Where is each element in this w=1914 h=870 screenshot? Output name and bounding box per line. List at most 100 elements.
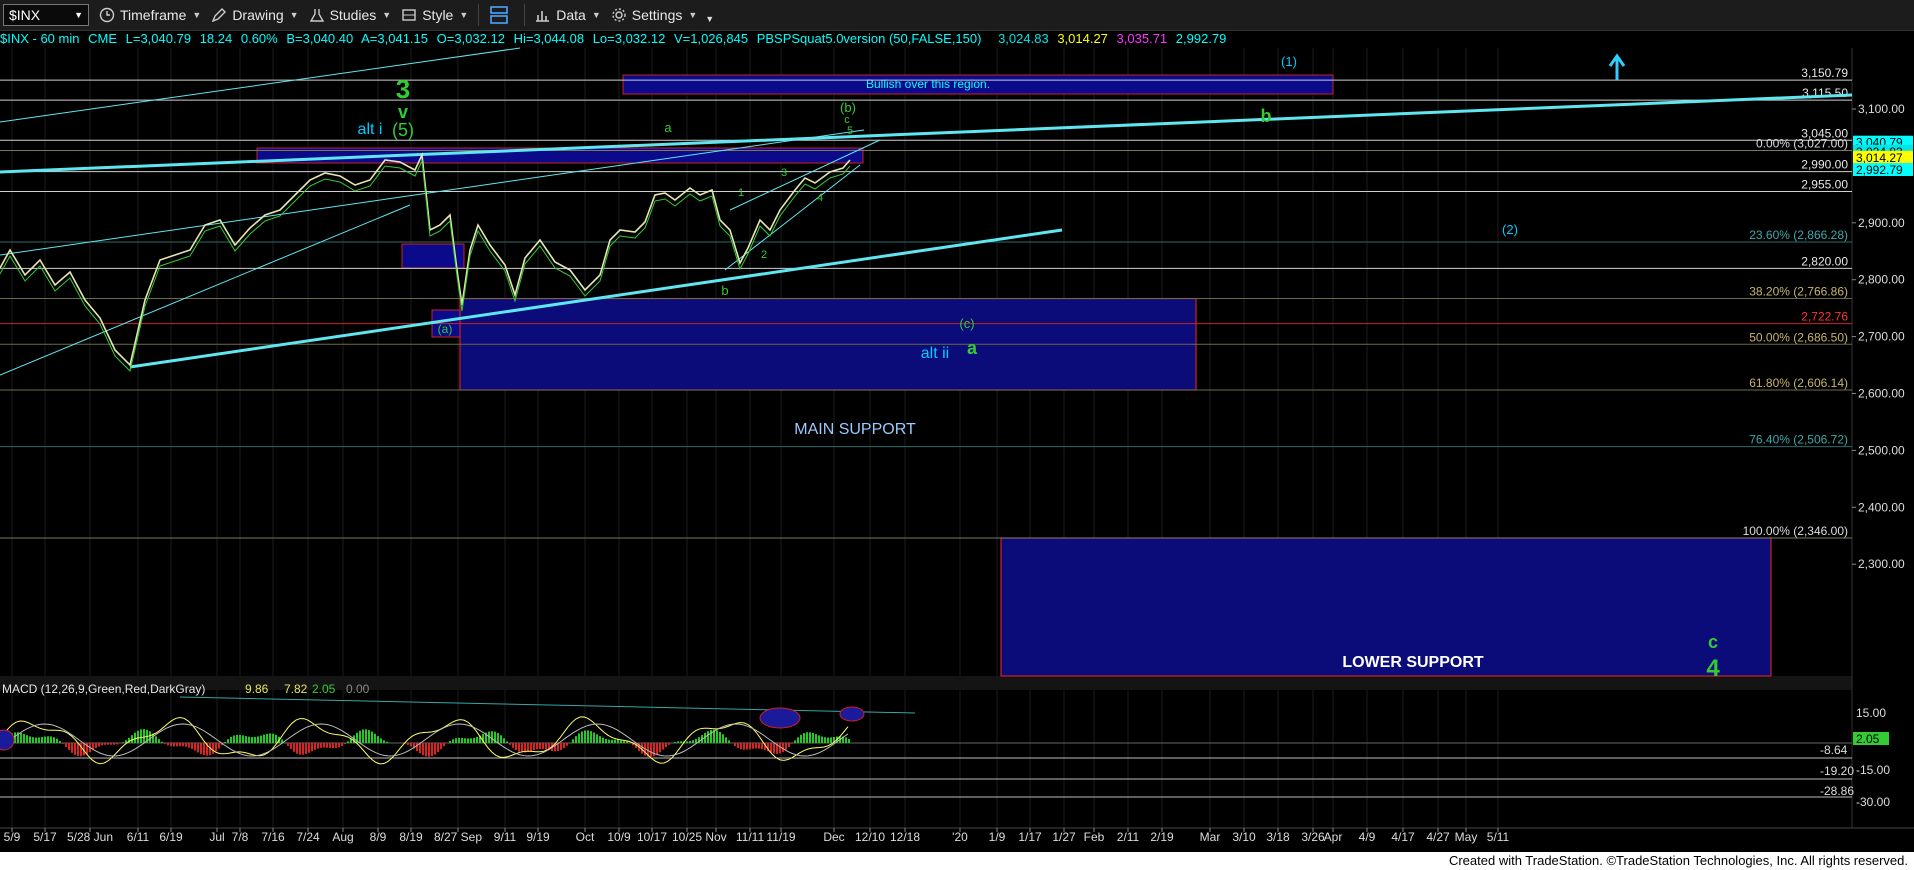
macd-histogram-bar	[470, 738, 472, 743]
bar-chart-icon	[536, 11, 550, 22]
macd-histogram-bar	[200, 743, 202, 755]
quote-info-bar: $INX - 60 min CME L=3,040.79 18.24 0.60%…	[0, 31, 1914, 47]
macd-tick-label: -15.00	[1856, 763, 1890, 777]
style-button[interactable]: Style ▼	[401, 7, 468, 23]
macd-histogram-bar	[584, 730, 586, 743]
macd-histogram-bar	[605, 738, 607, 743]
overflow-caret-icon[interactable]: ▼	[705, 14, 714, 24]
wave-label: c	[1708, 632, 1718, 652]
macd-histogram-bar	[332, 743, 334, 749]
wave-label: (2)	[1502, 222, 1518, 237]
time-tick-label: 12/18	[890, 830, 920, 844]
macd-histogram-bar	[245, 736, 247, 743]
macd-histogram-bar	[761, 743, 763, 750]
macd-histogram-bar	[824, 737, 826, 743]
macd-histogram-bar	[515, 743, 517, 751]
timeframe-button[interactable]: Timeframe ▼	[99, 7, 201, 23]
bid: B=3,040.40	[286, 31, 354, 46]
macd-histogram-bar	[674, 741, 676, 743]
macd-histogram-bar	[443, 743, 445, 747]
study-value-3: 3,035.71	[1116, 31, 1168, 46]
time-tick-label: Dec	[823, 830, 844, 844]
layout-button[interactable]	[489, 5, 514, 25]
toolbar: $INX ▼ Timeframe ▼ Drawing ▼ Studies ▼ Styl…	[0, 0, 1914, 31]
time-tick-label: 1/9	[989, 830, 1006, 844]
macd-histogram-bar	[659, 743, 661, 753]
macd-trendline	[179, 696, 916, 714]
macd-tick-label: -19.20	[1820, 764, 1854, 778]
macd-histogram-bar	[74, 743, 76, 755]
toolbar-divider	[524, 4, 526, 26]
macd-histogram-bar	[143, 729, 145, 743]
macd-histogram-bar	[95, 743, 97, 749]
price-tick-label: 2,300.00	[1858, 557, 1905, 571]
copyright-footer: Created with TradeStation. ©TradeStation…	[1448, 853, 1908, 868]
macd-histogram-bar	[815, 734, 817, 743]
macd-histogram-bar	[188, 743, 190, 748]
macd-histogram-bar	[32, 737, 34, 743]
macd-histogram-bar	[452, 739, 454, 743]
macd-histogram-bar	[41, 737, 43, 743]
macd-histogram-bar	[566, 743, 568, 746]
high: Hi=3,044.08	[513, 31, 585, 46]
macd-histogram-bar	[614, 739, 616, 743]
macd-histogram-bar	[737, 743, 739, 749]
macd-histogram-bar	[491, 731, 493, 743]
macd-histogram-bar	[158, 739, 160, 743]
macd-histogram-bar	[203, 743, 205, 756]
macd-histogram-bar	[692, 740, 694, 743]
data-button[interactable]: Data ▼	[535, 7, 601, 23]
drawing-button[interactable]: Drawing ▼	[211, 7, 299, 23]
macd-histogram-bar	[848, 738, 850, 743]
macd-histogram-bar	[650, 743, 652, 757]
symbol-input[interactable]: $INX ▼	[3, 4, 89, 26]
macd-histogram-bar	[608, 739, 610, 743]
macd-histogram-bar	[785, 743, 787, 750]
time-tick-label: 7/8	[232, 830, 249, 844]
wave-label: 4	[817, 192, 823, 204]
up-arrow-icon	[1608, 53, 1626, 80]
macd-histogram-bar	[410, 743, 412, 747]
macd-histogram-bar	[440, 743, 442, 750]
study-value-2: 3,014.27	[1057, 31, 1108, 46]
level-label: 50.00% (2,686.50)	[1749, 330, 1848, 344]
price-tick-label: 2,400.00	[1858, 500, 1905, 514]
macd-histogram-bar	[287, 743, 289, 746]
time-tick-label: 10/9	[607, 830, 631, 844]
macd-histogram-bar	[269, 733, 271, 743]
macd-histogram-bar	[506, 741, 508, 743]
style-icon	[402, 9, 416, 21]
macd-histogram-bar	[26, 735, 28, 743]
wave-label: (c)	[959, 316, 974, 331]
macd-histogram-bar	[587, 730, 589, 743]
macd-histogram-bar	[53, 737, 55, 743]
macd-histogram-bar	[425, 743, 427, 757]
macd-histogram-bar	[362, 729, 364, 743]
wave-label: (a)	[438, 322, 453, 336]
macd-histogram-bar	[689, 740, 691, 743]
settings-button[interactable]: Settings ▼	[611, 7, 697, 23]
macd-histogram-bar	[110, 743, 112, 745]
macd-histogram-bar	[62, 743, 64, 744]
macd-histogram-bar	[65, 743, 67, 747]
price-tick-label: 2,600.00	[1858, 387, 1905, 401]
macd-histogram-bar	[338, 743, 340, 748]
macd-histogram-bar	[578, 733, 580, 743]
level-label: 2,955.00	[1801, 178, 1848, 192]
macd-histogram-bar	[455, 738, 457, 743]
layout-icon	[490, 6, 509, 24]
wave-label: b	[721, 283, 728, 298]
macd-histogram-bar	[797, 737, 799, 743]
time-tick-label: Jul	[209, 830, 224, 844]
wave-label: 4	[1706, 655, 1720, 682]
time-tick-label: 9/19	[526, 830, 550, 844]
time-tick-label: 4/27	[1426, 830, 1450, 844]
macd-histogram-bar	[98, 743, 100, 747]
macd-histogram-bar	[497, 733, 499, 743]
price-chart[interactable]: Bullish over this region. MAIN SUPPORT LOW…	[0, 47, 1914, 852]
macd-histogram-bar	[293, 743, 295, 752]
macd-histogram-bar	[329, 743, 331, 748]
macd-histogram-bar	[791, 743, 793, 744]
wave-label: v	[398, 102, 408, 122]
studies-button[interactable]: Studies ▼	[309, 7, 391, 23]
